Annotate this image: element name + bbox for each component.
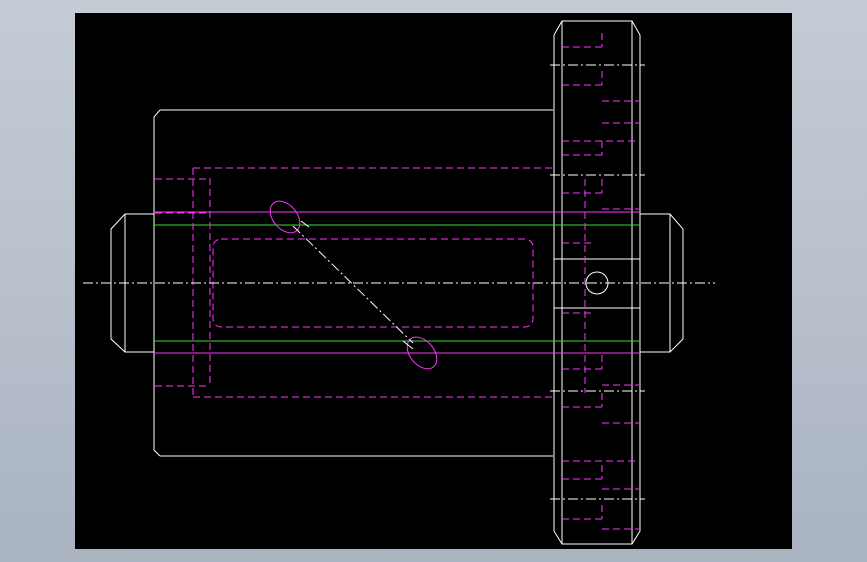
cad-drawing bbox=[83, 20, 715, 545]
helical-slot-centerline bbox=[292, 225, 414, 344]
cad-viewport[interactable] bbox=[75, 13, 792, 549]
gear-teeth-hidden bbox=[550, 33, 645, 530]
slot-tick-marks bbox=[300, 220, 414, 350]
